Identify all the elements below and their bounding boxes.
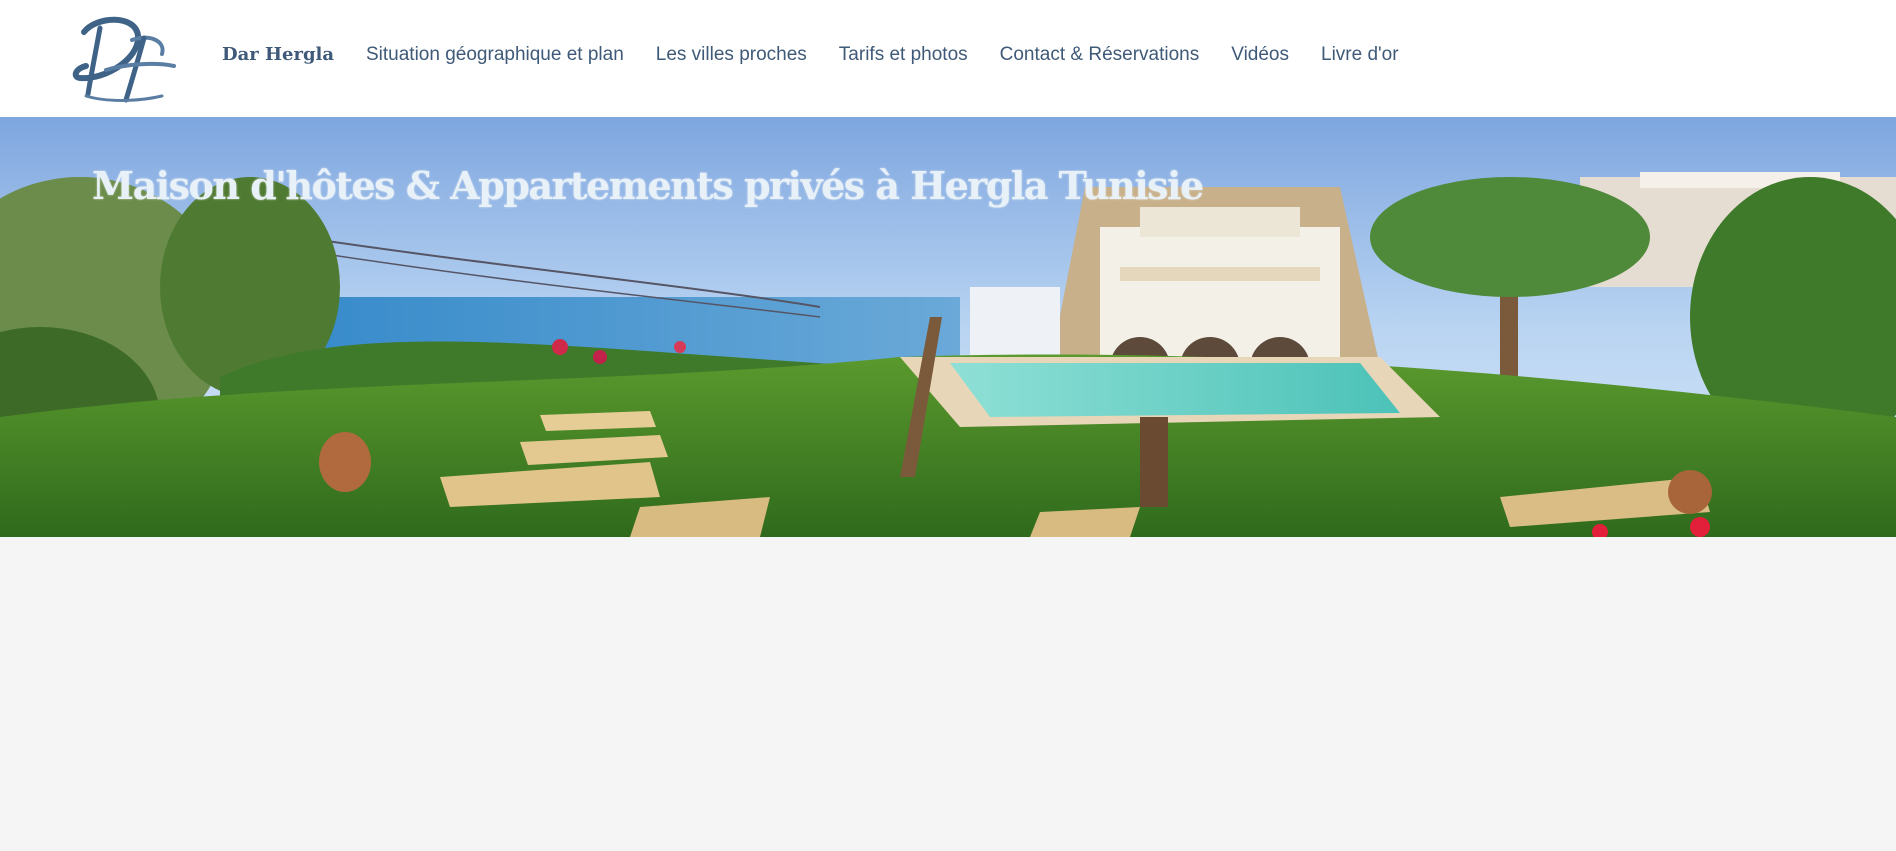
site-header: Dar Hergla Situation géographique et pla…	[0, 0, 1896, 117]
nav-item-tarifs-photos[interactable]: Tarifs et photos	[839, 44, 968, 66]
page-content-area	[0, 537, 1896, 851]
nav-item-contact-reservations[interactable]: Contact & Réservations	[1000, 44, 1200, 66]
nav-item-villes-proches[interactable]: Les villes proches	[656, 44, 807, 66]
dh-monogram-logo[interactable]	[66, 10, 180, 106]
nav-item-videos[interactable]: Vidéos	[1231, 44, 1289, 66]
nav-item-livre-dor[interactable]: Livre d'or	[1321, 44, 1399, 66]
hero-banner: Maison d'hôtes & Appartements privés à H…	[0, 117, 1896, 537]
brand-name[interactable]: Dar Hergla	[222, 44, 334, 65]
main-nav: Situation géographique et plan Les ville…	[366, 44, 1431, 66]
hero-title: Maison d'hôtes & Appartements privés à H…	[92, 163, 1204, 208]
nav-item-situation[interactable]: Situation géographique et plan	[366, 44, 624, 66]
